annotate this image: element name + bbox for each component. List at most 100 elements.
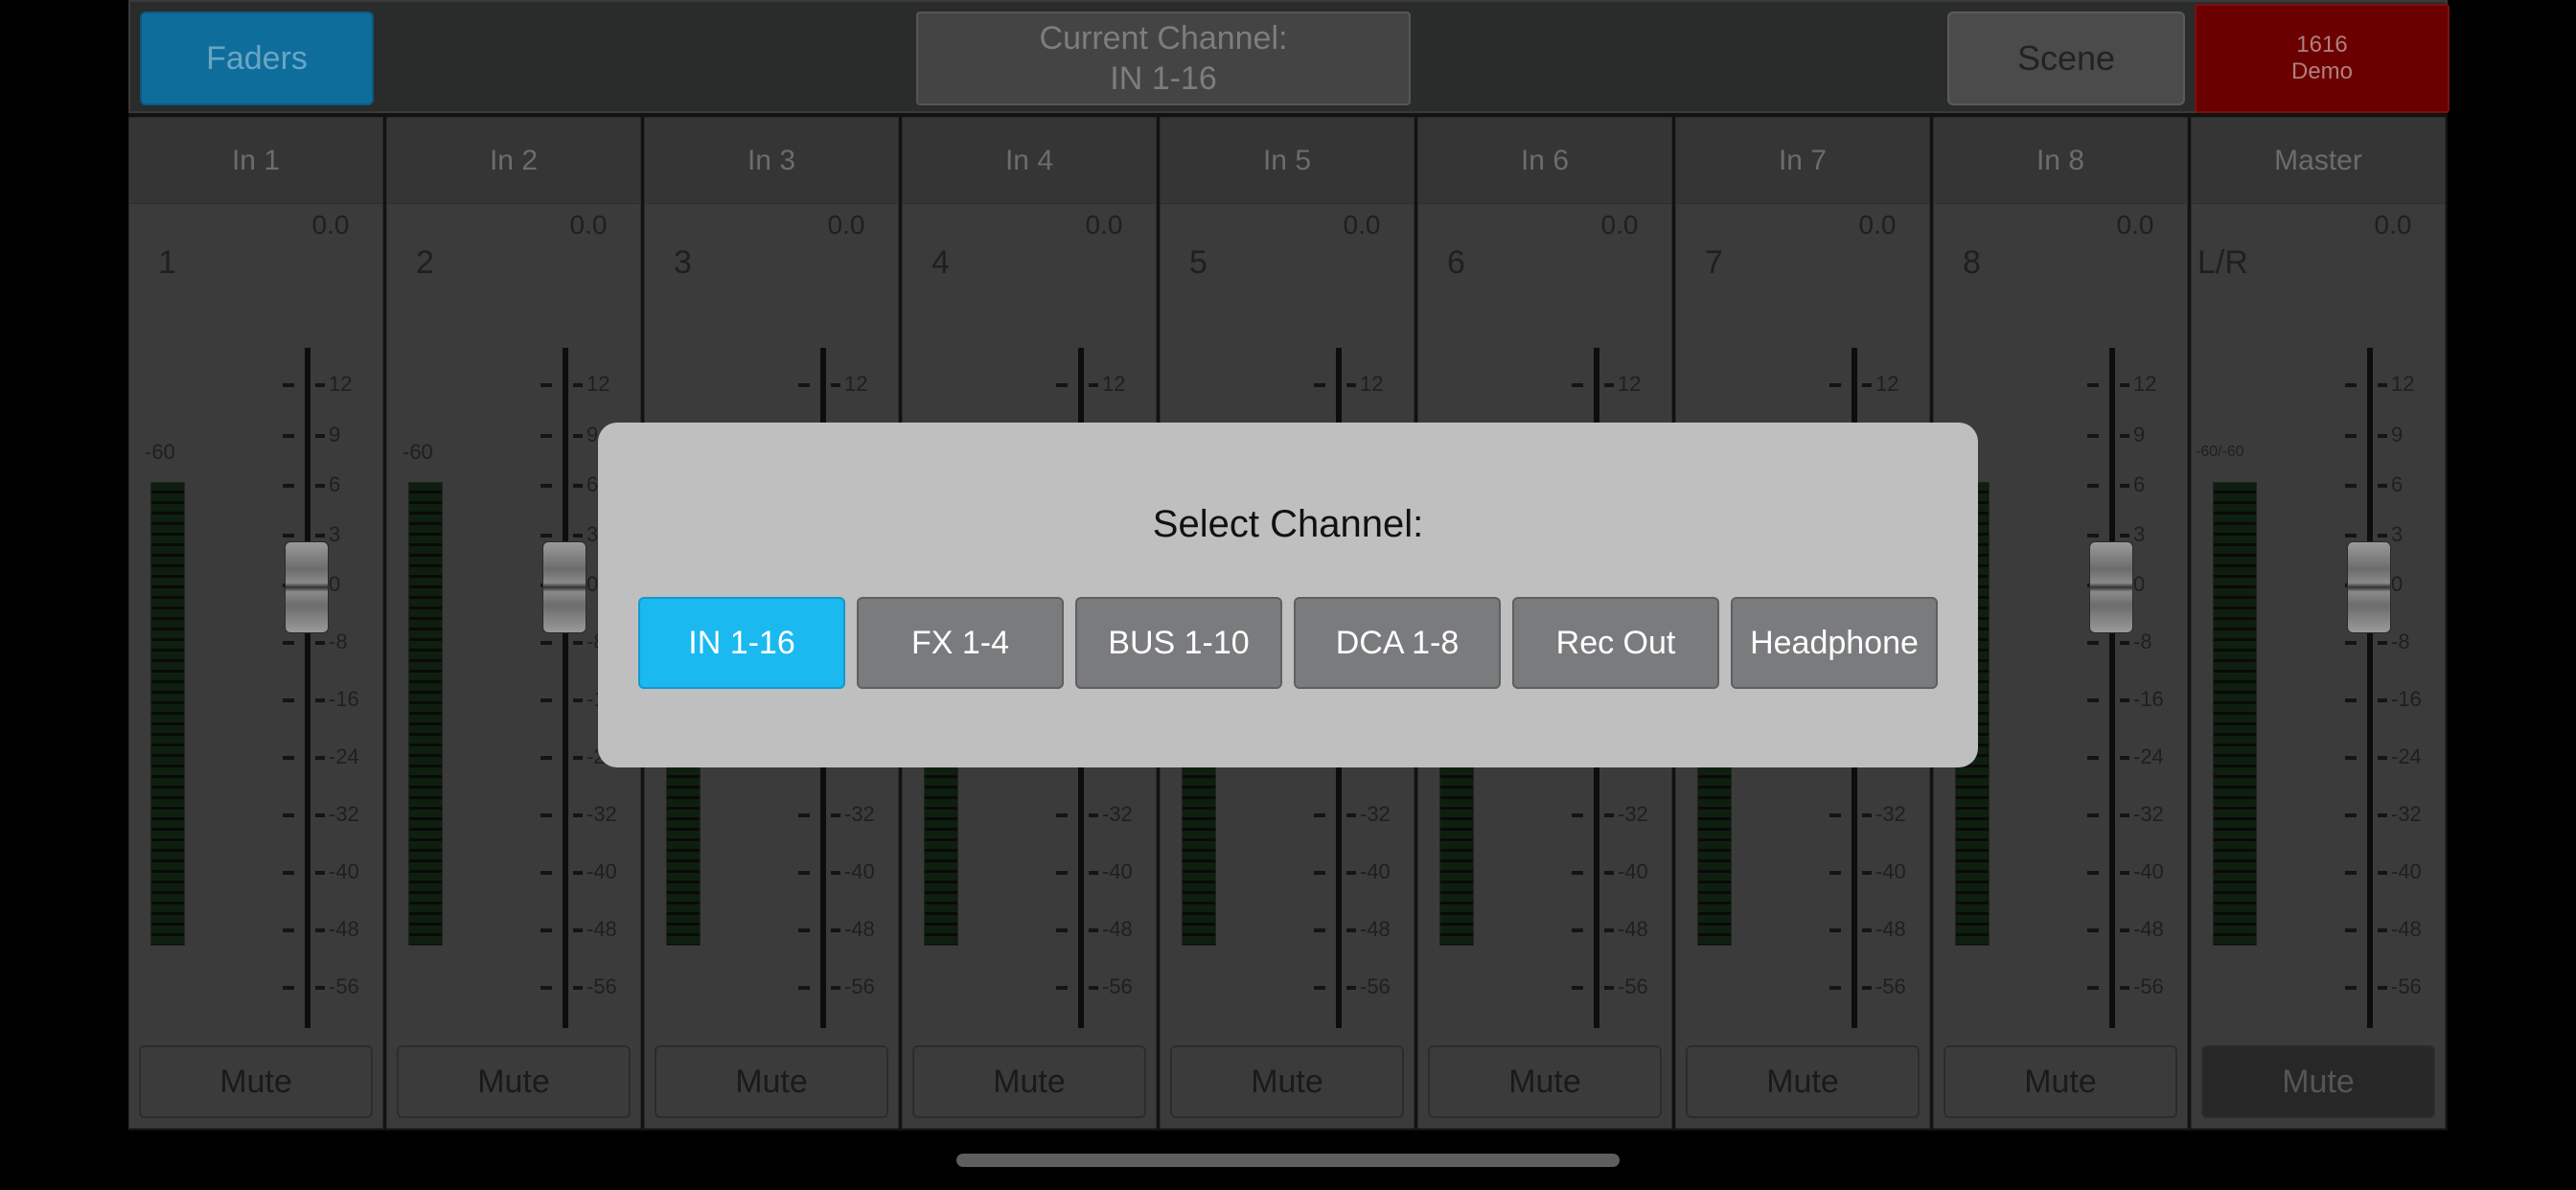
option-fx-1-4[interactable]: FX 1-4 [857, 597, 1064, 689]
scale-tick [315, 383, 325, 387]
strip-header[interactable]: Master [2192, 118, 2445, 204]
mute-button[interactable]: Mute [655, 1045, 888, 1118]
scale-tick [283, 383, 294, 387]
strip-header[interactable]: In 4 [903, 118, 1156, 204]
option-bus-1-10[interactable]: BUS 1-10 [1075, 597, 1282, 689]
scale-label: 6 [329, 472, 341, 496]
scale-label: -48 [1360, 917, 1391, 941]
scale-label: 6 [586, 472, 599, 496]
scale-label: -32 [1618, 802, 1648, 826]
faders-button[interactable]: Faders [140, 11, 374, 105]
option-dca-1-8[interactable]: DCA 1-8 [1294, 597, 1501, 689]
strip-header[interactable]: In 7 [1676, 118, 1929, 204]
scale-label: -40 [2391, 859, 2422, 883]
option-headphone[interactable]: Headphone [1731, 597, 1938, 689]
scale-tick [798, 871, 810, 875]
channel-number: 2 [416, 244, 434, 281]
scale-label: 0 [2133, 572, 2146, 596]
strip-header[interactable]: In 5 [1161, 118, 1414, 204]
scene-button[interactable]: Scene [1947, 11, 2185, 105]
scale-label: -24 [2391, 744, 2422, 768]
strip-header[interactable]: In 6 [1418, 118, 1671, 204]
scale-tick [315, 986, 325, 990]
strip-header[interactable]: In 2 [387, 118, 640, 204]
scale-label: -48 [2391, 917, 2422, 941]
scale-label: -32 [329, 802, 359, 826]
scale-tick [2120, 641, 2129, 645]
mute-button[interactable]: Mute [1944, 1045, 2177, 1118]
fader-value: 0.0 [569, 210, 608, 240]
fader-track[interactable] [2109, 348, 2115, 1028]
scale-tick [2345, 484, 2357, 488]
scale-tick [798, 383, 810, 387]
scale-label: 3 [2391, 522, 2404, 546]
current-channel-display[interactable]: Current Channel: IN 1-16 [916, 11, 1411, 105]
scale-tick [2345, 928, 2357, 932]
fader-knob[interactable] [542, 541, 586, 633]
strip-header[interactable]: In 8 [1934, 118, 2187, 204]
scale-tick [2345, 813, 2357, 817]
mute-button[interactable]: Mute [1686, 1045, 1920, 1118]
scale-tick [2120, 434, 2129, 438]
scale-tick [540, 534, 552, 538]
mute-button[interactable]: Mute [139, 1045, 373, 1118]
channel-number: 1 [158, 244, 176, 281]
scale-tick [540, 698, 552, 702]
scale-label: -56 [1875, 974, 1906, 998]
mute-button[interactable]: Mute [1170, 1045, 1404, 1118]
scale-label: -40 [1875, 859, 1906, 883]
meter-peak-label: -60 [402, 440, 433, 464]
fader-value: 0.0 [827, 210, 865, 240]
option-in-1-16[interactable]: IN 1-16 [638, 597, 845, 689]
scale-tick [1862, 928, 1872, 932]
scale-tick [1314, 986, 1325, 990]
fader-knob[interactable] [285, 541, 329, 633]
scale-label: -24 [2133, 744, 2164, 768]
scale-tick [283, 756, 294, 760]
scale-tick [2087, 641, 2099, 645]
mute-button[interactable]: Mute [2201, 1045, 2435, 1118]
scale-tick [2378, 813, 2387, 817]
scale-tick [2120, 383, 2129, 387]
scale-tick [798, 928, 810, 932]
home-indicator [956, 1154, 1620, 1167]
mute-button[interactable]: Mute [397, 1045, 631, 1118]
scale-tick [283, 641, 294, 645]
scale-label: 0 [329, 572, 341, 596]
channel-number: 8 [1963, 244, 1981, 281]
scale-tick [540, 871, 552, 875]
device-badge[interactable]: 1616 Demo [2195, 4, 2450, 113]
scale-tick [2345, 534, 2357, 538]
scale-tick [1862, 871, 1872, 875]
current-channel-label: Current Channel: [1039, 20, 1288, 57]
fader-knob[interactable] [2347, 541, 2391, 633]
scale-tick [2120, 534, 2129, 538]
fader-track[interactable] [2367, 348, 2373, 1028]
strip-header[interactable]: In 3 [645, 118, 898, 204]
strip-header[interactable]: In 1 [129, 118, 382, 204]
scale-tick [540, 641, 552, 645]
scale-tick [315, 641, 325, 645]
fader-value: 0.0 [1858, 210, 1897, 240]
scale-tick [1089, 986, 1098, 990]
scale-tick [540, 383, 552, 387]
scale-label: -40 [1102, 859, 1133, 883]
option-rec-out[interactable]: Rec Out [1512, 597, 1719, 689]
scale-tick [2345, 641, 2357, 645]
fader-knob[interactable] [2089, 541, 2133, 633]
scale-label: -56 [1618, 974, 1648, 998]
scale-tick [1314, 813, 1325, 817]
scale-label: -32 [844, 802, 875, 826]
scale-tick [315, 484, 325, 488]
mute-button[interactable]: Mute [1428, 1045, 1662, 1118]
scale-tick [1346, 383, 1356, 387]
scale-tick [315, 534, 325, 538]
fader-track[interactable] [563, 348, 568, 1028]
device-model: 1616 [2296, 32, 2348, 57]
channel-number: 7 [1705, 244, 1723, 281]
scale-tick [283, 484, 294, 488]
mute-button[interactable]: Mute [912, 1045, 1146, 1118]
fader-track[interactable] [305, 348, 310, 1028]
scale-tick [1089, 813, 1098, 817]
scale-tick [283, 871, 294, 875]
